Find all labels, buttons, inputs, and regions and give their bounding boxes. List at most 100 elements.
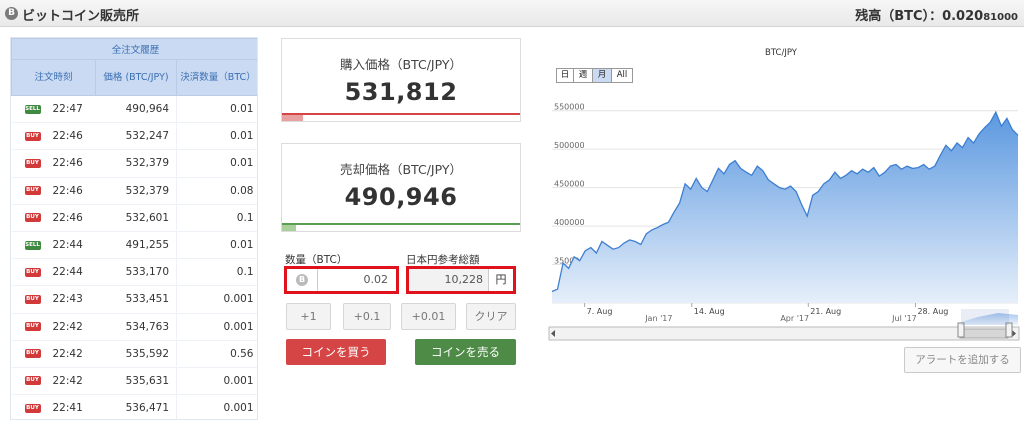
price-cell: 533,451 — [95, 285, 177, 314]
qty-cell: 0.1 — [176, 258, 257, 287]
x-tick-label: 21. Aug — [810, 307, 841, 316]
yen-unit: 円 — [488, 269, 513, 291]
sell-price-label: 売却価格（BTC/JPY） — [339, 162, 462, 177]
col-header-qty: 決済数量（BTC） — [176, 59, 257, 96]
price-cell: 533,170 — [95, 258, 177, 287]
table-row: BUY 22:46 532,379 0.08 — [11, 177, 257, 205]
time-cell: BUY 22:44 — [11, 258, 96, 287]
time-cell: BUY 22:43 — [11, 285, 96, 314]
buy-price-bar-fill — [282, 115, 304, 121]
order-time: 22:44 — [52, 266, 83, 279]
order-time: 22:43 — [52, 293, 83, 306]
qty-cell: 0.56 — [176, 340, 257, 368]
sell-price-value: 490,946 — [344, 183, 458, 211]
qty-cell: 0.01 — [176, 122, 257, 151]
add-alert-button[interactable]: アラートを追加する — [904, 347, 1021, 373]
price-cell: 534,763 — [95, 313, 177, 341]
y-tick-label: 400000 — [554, 218, 585, 227]
side-badge: BUY — [24, 158, 41, 168]
time-cell: SELL 22:47 — [11, 95, 96, 124]
y-tick-label: 500000 — [554, 141, 585, 150]
order-history-table: 全注文履歴 注文時刻 価格 (BTC/JPY) 決済数量（BTC） SELL 22… — [11, 38, 257, 419]
price-chart[interactable]: 5500005000004500004000003500003000007. A… — [548, 95, 1020, 342]
qty-cell: 0.01 — [176, 149, 257, 178]
page-title: ビットコイン販売所 — [22, 9, 140, 24]
qty-cell: 0.1 — [176, 204, 257, 232]
sell-coin-button[interactable]: コインを売る — [415, 339, 516, 365]
time-cell: BUY 22:41 — [11, 394, 96, 419]
balance-display: 残高（BTC）：0.02081000 — [855, 5, 1018, 24]
quantity-label: 数量（BTC） — [285, 254, 348, 266]
jpy-total-label: 日本円参考総額 — [406, 254, 480, 266]
x-tick-label: 28. Aug — [917, 307, 948, 316]
price-cell: 532,247 — [95, 122, 177, 151]
buy-coin-button[interactable]: コインを買う — [286, 339, 386, 365]
qty-cell: 0.001 — [176, 313, 257, 341]
order-time: 22:44 — [52, 239, 83, 252]
col-header-price: 価格 (BTC/JPY) — [95, 59, 177, 96]
qty-cell: 0.001 — [176, 367, 257, 396]
col-header-time: 注文時刻 — [11, 59, 96, 96]
side-badge: BUY — [24, 403, 41, 413]
table-row: BUY 22:46 532,247 0.01 — [11, 122, 257, 151]
side-badge: BUY — [24, 294, 41, 304]
navigator-label: Jul '17 — [891, 314, 917, 323]
range-tab-3[interactable]: All — [612, 69, 632, 82]
add-1-button[interactable]: +1 — [286, 303, 331, 330]
qty-cell: 0.01 — [176, 231, 257, 260]
chart-scrollbar-track — [548, 326, 1020, 341]
table-row: BUY 22:42 535,592 0.56 — [11, 340, 257, 368]
balance-value-small: 81000 — [983, 12, 1018, 23]
quantity-input[interactable]: B 0.02 — [284, 266, 399, 294]
side-badge: BUY — [24, 376, 41, 386]
side-badge: SELL — [24, 104, 41, 114]
table-row: BUY 22:46 532,601 0.1 — [11, 204, 257, 232]
add-0.1-button[interactable]: +0.1 — [343, 303, 391, 330]
price-cell: 491,255 — [95, 231, 177, 260]
x-tick-label: 14. Aug — [694, 307, 725, 316]
table-row: BUY 22:43 533,451 0.001 — [11, 285, 257, 314]
clear-button[interactable]: クリア — [466, 303, 516, 330]
buy-price-value: 531,812 — [344, 78, 458, 106]
table-row: BUY 22:41 536,471 0.001 — [11, 394, 257, 419]
order-time: 22:46 — [52, 157, 83, 170]
price-cell: 535,631 — [95, 367, 177, 396]
sell-price-bar — [282, 223, 520, 231]
navigator-handle-right[interactable] — [1005, 322, 1013, 338]
time-cell: BUY 22:46 — [11, 122, 96, 151]
price-cell: 532,601 — [95, 204, 177, 232]
navigator-label: Apr '17 — [780, 314, 809, 323]
time-cell: BUY 22:46 — [11, 149, 96, 178]
side-badge: BUY — [24, 186, 41, 196]
balance-label: 残高（BTC）： — [855, 9, 943, 24]
table-row: BUY 22:44 533,170 0.1 — [11, 258, 257, 287]
range-tab-2[interactable]: 月 — [593, 69, 612, 82]
qty-cell: 0.001 — [176, 394, 257, 419]
order-time: 22:46 — [52, 184, 83, 197]
buy-price-label: 購入価格（BTC/JPY） — [339, 57, 462, 72]
table-row: BUY 22:42 534,763 0.001 — [11, 313, 257, 341]
range-tab-0[interactable]: 日 — [557, 69, 574, 82]
order-time: 22:41 — [52, 402, 83, 415]
chart-scrollbar-thumb[interactable] — [959, 328, 1009, 339]
range-tab-1[interactable]: 週 — [574, 69, 593, 82]
range-selector: 日週月 All — [556, 68, 633, 83]
time-cell: SELL 22:44 — [11, 231, 96, 260]
navigator-mask — [961, 309, 1009, 325]
side-badge: SELL — [24, 240, 41, 250]
order-time: 22:46 — [52, 130, 83, 143]
coin-icon: B — [296, 274, 308, 286]
quantity-value[interactable]: 0.02 — [364, 273, 389, 286]
y-tick-label: 450000 — [554, 180, 585, 189]
y-tick-label: 550000 — [554, 103, 585, 112]
jpy-total-field: 10,228 円 — [406, 266, 516, 294]
qty-cell: 0.01 — [176, 95, 257, 124]
add-0.01-button[interactable]: +0.01 — [401, 303, 456, 330]
price-cell: 535,592 — [95, 340, 177, 368]
navigator-handle-left[interactable] — [957, 322, 965, 338]
table-row: SELL 22:44 491,255 0.01 — [11, 231, 257, 260]
divider — [317, 269, 318, 291]
buy-price-bar-line — [282, 113, 520, 115]
side-badge: BUY — [24, 267, 41, 277]
bitcoin-icon: B — [5, 7, 18, 20]
